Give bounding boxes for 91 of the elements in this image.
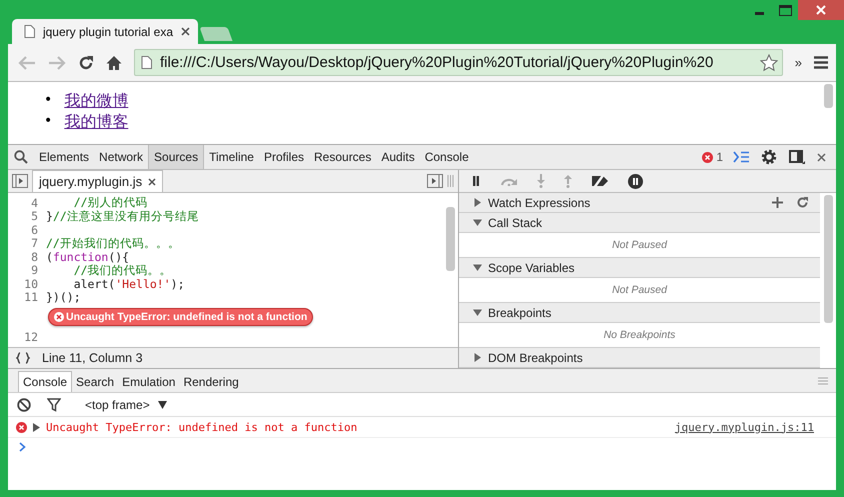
pretty-print-icon[interactable] [16, 352, 30, 364]
devtools-tab[interactable]: Audits [376, 145, 420, 169]
search-icon[interactable] [14, 150, 28, 164]
section-header[interactable]: DOM Breakpoints [459, 348, 820, 368]
devtools-tab[interactable]: Elements [34, 145, 94, 169]
star-icon[interactable] [760, 54, 778, 72]
code-line: }//注意这里没有用分号结尾 [46, 208, 199, 224]
line-number: 11 [23, 290, 39, 304]
scrollbar[interactable] [824, 84, 833, 108]
filter-icon[interactable] [47, 398, 61, 412]
home-icon[interactable] [106, 54, 122, 70]
resize-grip-icon[interactable] [818, 376, 828, 384]
code-line: //我们的代码。。 [72, 262, 172, 278]
section-header[interactable]: Watch Expressions [459, 193, 820, 213]
section-header[interactable]: Scope Variables [459, 258, 820, 278]
section-header[interactable]: Call Stack [459, 213, 820, 233]
line-number: 5 [30, 209, 39, 224]
dock-icon[interactable] [789, 150, 805, 164]
reload-icon[interactable] [78, 54, 94, 70]
expand-triangle-icon[interactable] [473, 308, 482, 317]
bullet: • [44, 112, 52, 131]
settings-icon[interactable] [761, 149, 777, 165]
code-line: (function(){ [46, 250, 130, 264]
pause-on-exceptions-icon[interactable] [628, 174, 643, 188]
extensions-overflow-button[interactable]: » [794, 55, 802, 70]
error-counter[interactable]: 1 [702, 150, 723, 164]
close-button[interactable] [798, 0, 844, 20]
error-message: Uncaught TypeError: undefined is not a function [66, 311, 308, 323]
page-icon [24, 25, 35, 38]
expand-triangle-icon[interactable] [33, 422, 40, 432]
error-icon [54, 312, 64, 322]
address-bar[interactable]: file:///C:/Users/Wayou/Desktop/jQuery%20Plugin%20Tutorial/jQuery%20Plugin%20 [134, 49, 783, 76]
expand-triangle-icon[interactable] [473, 218, 482, 227]
drawer-tab[interactable]: Emulation [118, 372, 180, 392]
line-number: 7 [30, 236, 39, 250]
code-line: //开始我们的代码。。。 [46, 236, 180, 251]
expand-triangle-icon[interactable] [473, 198, 482, 207]
close-icon [816, 5, 826, 15]
navigator-toggle-icon[interactable] [12, 174, 28, 188]
frame-dropdown[interactable]: <top frame> [85, 398, 167, 412]
code-line: //别人的代码 [72, 195, 148, 210]
error-message: Uncaught TypeError: undefined is not a function [46, 420, 358, 434]
page-icon [141, 56, 152, 69]
empty-state-text: Not Paused [612, 284, 667, 296]
close-icon[interactable] [181, 27, 190, 36]
pause-icon[interactable] [471, 176, 481, 186]
empty-state-text: Not Paused [612, 239, 667, 251]
devtools-tab[interactable]: Sources [148, 145, 204, 169]
add-icon[interactable] [772, 197, 783, 208]
page-link[interactable]: 我的博客 [64, 111, 128, 132]
expand-triangle-icon[interactable] [473, 263, 482, 272]
close-icon[interactable] [148, 178, 156, 186]
caret-icon [158, 400, 167, 408]
bullet: • [44, 91, 52, 110]
line-number: 8 [30, 250, 39, 264]
drawer-tab[interactable]: Console [18, 371, 72, 392]
close-icon[interactable] [817, 152, 826, 162]
code-line: })(); [46, 290, 81, 304]
refresh-icon[interactable] [797, 197, 808, 208]
cursor-position: Line 11, Column 3 [42, 351, 143, 365]
line-number: 6 [30, 222, 39, 237]
scrollbar[interactable] [824, 195, 833, 323]
section-header[interactable]: Breakpoints [459, 303, 820, 323]
devtools-tab[interactable]: Network [94, 145, 148, 169]
menu-icon[interactable] [814, 56, 828, 69]
url-text: file:///C:/Users/Wayou/Desktop/jQuery%20Plugin%20Tutorial/jQuery%20Plugin%20 [160, 54, 714, 71]
file-tab[interactable]: jquery.myplugin.js [32, 170, 164, 192]
browser-tab[interactable]: jquery plugin tutorial exa [12, 19, 198, 44]
devtools-tab[interactable]: Console [420, 145, 474, 169]
empty-state-text: No Breakpoints [604, 329, 676, 341]
devtools-tab[interactable]: Resources [309, 145, 376, 169]
scrollbar[interactable] [446, 207, 455, 271]
debugger-toggle-icon[interactable] [427, 174, 443, 188]
prompt-chevron-icon[interactable] [19, 442, 26, 452]
drawer-tab[interactable]: Search [72, 372, 118, 392]
expand-triangle-icon[interactable] [473, 353, 482, 362]
line-number: 9 [30, 263, 39, 278]
line-number: 4 [30, 196, 39, 210]
deactivate-breakpoints-icon[interactable] [591, 174, 609, 188]
code-line: alert('Hello!'); [72, 276, 184, 291]
page-link[interactable]: 我的微博 [64, 90, 128, 111]
clear-icon[interactable] [17, 398, 31, 412]
drawer-toggle-icon[interactable] [733, 151, 749, 163]
drawer-tab[interactable]: Rendering [179, 372, 243, 392]
line-number: 10 [23, 276, 39, 291]
line-number: 12 [23, 330, 39, 344]
error-icon [16, 422, 27, 432]
source-link[interactable]: jquery.myplugin.js:11 [674, 420, 814, 434]
devtools-tab[interactable]: Profiles [258, 145, 309, 169]
devtools-tab[interactable]: Timeline [204, 145, 259, 169]
grip-icon[interactable] [447, 175, 454, 187]
